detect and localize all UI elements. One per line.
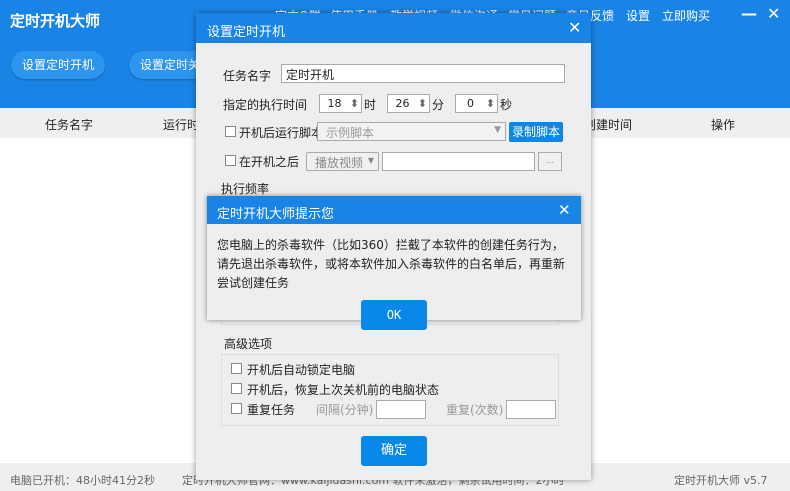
minimize-icon[interactable]: — bbox=[741, 4, 757, 23]
repeat-count-label: 重复(次数) bbox=[446, 403, 504, 417]
script-select[interactable]: 示例脚本 ▼ bbox=[317, 122, 506, 141]
repeat-count-input[interactable] bbox=[506, 400, 556, 419]
after-boot-checkbox[interactable] bbox=[225, 155, 236, 166]
alert-titlebar: 定时开机大师提示您 ✕ bbox=[207, 196, 581, 224]
chevron-down-icon: ▼ bbox=[494, 125, 501, 135]
ok-button[interactable]: OK bbox=[361, 300, 427, 330]
after-boot-label: 在开机之后 bbox=[239, 155, 300, 169]
after-boot-select[interactable]: 播放视频 ▼ bbox=[306, 152, 379, 171]
app-title: 定时开机大师 bbox=[10, 12, 101, 30]
run-script-label: 开机后运行脚本 bbox=[239, 126, 324, 140]
hour-stepper[interactable]: 18 bbox=[319, 94, 362, 113]
nav-buy[interactable]: 立即购买 bbox=[662, 7, 710, 24]
col-actions: 操作 bbox=[711, 118, 736, 132]
minute-stepper[interactable]: 26 bbox=[387, 94, 430, 113]
set-boot-button[interactable]: 设置定时开机 bbox=[11, 51, 106, 79]
close-icon[interactable]: ✕ bbox=[767, 4, 780, 23]
task-name-label: 任务名字 bbox=[223, 69, 272, 83]
interval-label: 间隔(分钟) bbox=[316, 403, 374, 417]
advanced-label: 高级选项 bbox=[224, 337, 273, 351]
uptime-text: 电脑已开机：48小时41分2秒 bbox=[10, 474, 155, 487]
frequency-label: 执行频率 bbox=[221, 182, 270, 196]
alert-message: 您电脑上的杀毒软件（比如360）拦截了本软件的创建任务行为，请先退出杀毒软件，或… bbox=[217, 238, 566, 290]
time-label: 指定的执行时间 bbox=[223, 98, 308, 112]
minute-unit: 分 bbox=[432, 98, 445, 112]
restore-state-checkbox[interactable] bbox=[231, 383, 242, 394]
browse-button[interactable]: ... bbox=[538, 152, 562, 171]
second-unit: 秒 bbox=[500, 98, 513, 112]
after-boot-input[interactable] bbox=[382, 152, 535, 171]
lock-pc-checkbox[interactable] bbox=[231, 363, 242, 374]
col-created-time: 创建时间 bbox=[584, 118, 633, 132]
close-icon[interactable]: ✕ bbox=[558, 201, 571, 219]
hour-unit: 时 bbox=[364, 98, 377, 112]
run-script-checkbox[interactable] bbox=[225, 126, 236, 137]
task-name-input[interactable]: 定时开机 bbox=[281, 64, 565, 83]
second-stepper[interactable]: 0 bbox=[455, 94, 498, 113]
repeat-task-checkbox[interactable] bbox=[231, 403, 242, 414]
alert-dialog: 定时开机大师提示您 ✕ 您电脑上的杀毒软件（比如360）拦截了本软件的创建任务行… bbox=[207, 196, 581, 330]
record-script-button[interactable]: 录制脚本 bbox=[509, 122, 563, 142]
col-task-name: 任务名字 bbox=[45, 118, 94, 132]
script-select-value: 示例脚本 bbox=[326, 126, 375, 140]
after-boot-select-value: 播放视频 bbox=[315, 156, 364, 170]
dialog-title: 设置定时开机 bbox=[207, 25, 286, 40]
nav-settings[interactable]: 设置 bbox=[626, 7, 650, 24]
close-icon[interactable]: ✕ bbox=[568, 18, 581, 37]
interval-input[interactable] bbox=[376, 400, 426, 419]
alert-title: 定时开机大师提示您 bbox=[217, 207, 335, 222]
dialog-titlebar: 设置定时开机 ✕ bbox=[196, 13, 591, 43]
lock-pc-label: 开机后自动锁定电脑 bbox=[247, 363, 356, 377]
chevron-down-icon: ▼ bbox=[367, 156, 374, 165]
repeat-task-label: 重复任务 bbox=[247, 403, 296, 417]
confirm-button[interactable]: 确定 bbox=[361, 436, 427, 466]
version-text: 定时开机大师 v5.7 bbox=[674, 474, 768, 487]
restore-state-label: 开机后，恢复上次关机前的电脑状态 bbox=[247, 383, 440, 397]
